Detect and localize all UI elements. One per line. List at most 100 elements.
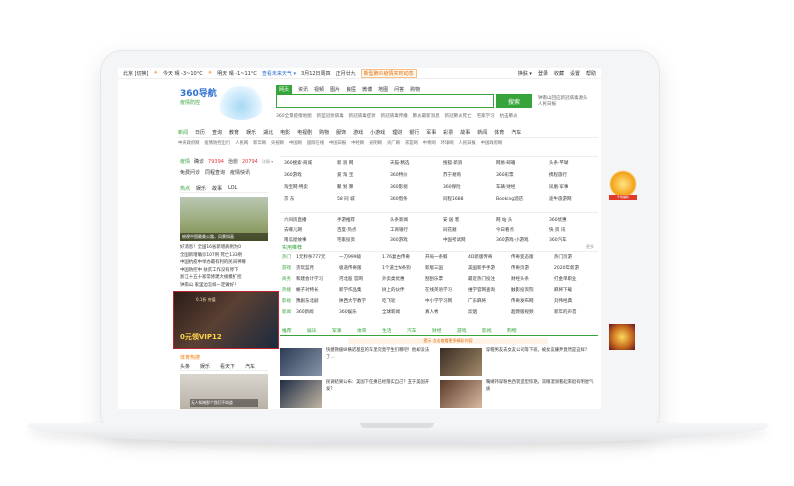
site-link[interactable]: 车辆·财经 — [496, 184, 515, 190]
recommend-link[interactable]: 触影投资院 — [511, 287, 534, 293]
recommend-category[interactable]: 商务 — [282, 276, 291, 282]
site-link[interactable]: 央视网 — [271, 140, 284, 146]
tab-video[interactable]: 视频 — [314, 86, 324, 93]
hint-link[interactable]: 宅家学习 — [477, 113, 495, 119]
nav-item[interactable]: 游戏 — [353, 129, 363, 136]
news-item[interactable]: 浙江十五十家常修建大规模扩招 — [180, 274, 268, 282]
feed-card[interactable]: 穿帽男友去女友公司等下班，被女友嫌弃竟然是这样？ — [440, 348, 595, 378]
recommend-category[interactable]: 新闻 — [282, 309, 291, 315]
recommend-link[interactable]: 麻将下载 — [554, 287, 572, 293]
nav-item[interactable]: 查询 — [212, 129, 222, 136]
quick-button[interactable]: 同程查询 — [205, 169, 225, 176]
recommend-link[interactable]: 开局一条鲸 — [425, 254, 448, 260]
recommend-link[interactable]: 360娱乐 — [339, 309, 357, 315]
site-link[interactable]: 360游戏 — [284, 172, 302, 178]
news-item[interactable]: 全国新增确诊107例 死亡133例 — [180, 252, 268, 260]
nav-item[interactable]: 电影 — [280, 129, 290, 136]
site-link[interactable]: 今日看点 — [496, 227, 514, 233]
feed-tab[interactable]: 汽车 — [407, 327, 417, 334]
site-link[interactable]: 搜狐·新浪 — [443, 160, 462, 166]
left-tab[interactable]: 娱乐 — [196, 185, 206, 192]
quick-button[interactable]: 疫情快讯 — [230, 169, 250, 176]
feed-tab[interactable]: 推荐 — [282, 327, 292, 334]
site-link[interactable]: 聚 划 算 — [337, 184, 353, 190]
nav-item[interactable]: 小游戏 — [370, 129, 385, 136]
top-link[interactable]: 登录 — [538, 70, 548, 77]
site-link[interactable]: 环球网 — [441, 140, 454, 146]
site-link[interactable]: Booking酒店 — [496, 196, 523, 202]
nav-item[interactable]: 理财 — [392, 129, 402, 136]
site-link[interactable]: 国际在线 — [307, 140, 324, 146]
recommend-more[interactable]: 更多 — [586, 244, 594, 250]
site-link[interactable]: 京 东 — [284, 196, 294, 202]
tab-web[interactable]: 网页 — [276, 85, 293, 94]
site-link[interactable]: 携程旅行 — [549, 172, 567, 178]
site-link[interactable]: 网 站 头 — [496, 217, 512, 223]
recommend-link[interactable]: 1.76复古传奇 — [382, 254, 410, 260]
site-link[interactable]: 央广网 — [387, 140, 400, 146]
recommend-link[interactable]: 2020年新游 — [554, 265, 579, 271]
epidemic-promo[interactable]: 新型肺炎疫情实时动态 — [360, 68, 417, 78]
nav-item[interactable]: 故事 — [460, 129, 470, 136]
site-link[interactable]: 新华网 — [253, 140, 266, 146]
site-link[interactable]: 头条·芊瑚 — [549, 160, 568, 166]
quick-button[interactable]: 免费问诊 — [180, 169, 200, 176]
feed-card[interactable]: 鞠婧祎穿粉色西装造型惊艳，双眼湿润看起来挺有明星气质 — [440, 380, 595, 409]
recommend-link[interactable]: 树上的伙伴 — [382, 287, 405, 293]
today-weather[interactable]: 今天 晴 -3~10°C — [163, 70, 203, 77]
hint-link[interactable]: 新冠病毒症状 — [349, 113, 376, 119]
site-link[interactable]: 中央政府网 — [178, 140, 199, 146]
site-link[interactable]: 人民日报 — [459, 140, 476, 146]
recommend-category[interactable]: 游戏 — [282, 265, 291, 271]
feed-tab[interactable]: 体育 — [357, 327, 367, 334]
news-item[interactable]: 中国抗疫中举办最有利的民间神尊 — [180, 259, 268, 267]
site-link[interactable]: 凤凰·军事 — [549, 184, 568, 190]
recommend-link[interactable]: 维学官网查询 — [468, 287, 495, 293]
site-link[interactable]: 同花顺 — [443, 227, 457, 233]
feed-tab[interactable]: 购物 — [507, 327, 517, 334]
tab-shopping[interactable]: 购物 — [410, 86, 420, 93]
nav-item[interactable]: 购物 — [319, 129, 329, 136]
site-link[interactable]: 中国日报 — [329, 140, 346, 146]
recommend-link[interactable]: 豫剧东北剧 — [296, 298, 319, 304]
hint-link[interactable]: 肺炎最新消息 — [413, 113, 440, 119]
recommend-category[interactable]: 热搜 — [282, 287, 291, 293]
recommend-link[interactable]: 全球新闻 — [382, 309, 400, 315]
site-link[interactable]: 手游推荐 — [337, 217, 355, 223]
site-link[interactable]: 疫情防控出行 — [204, 140, 230, 146]
recommend-link[interactable]: 广东麻将 — [468, 298, 486, 304]
feed-tab[interactable]: 娱乐 — [307, 327, 317, 334]
site-link[interactable]: 百度·热点 — [337, 227, 356, 233]
site-link[interactable]: 360优惠 — [549, 217, 567, 223]
site-link[interactable]: 中国政府网 — [481, 140, 502, 146]
hint-link[interactable]: 新冠肺炎死亡 — [445, 113, 472, 119]
site-link[interactable]: 光明网 — [369, 140, 382, 146]
left-tab[interactable]: LOL — [228, 185, 237, 191]
feed-tab[interactable]: 财经 — [432, 327, 442, 334]
recommend-link[interactable]: 财经头条 — [511, 276, 529, 282]
game-ad-banner[interactable]: 0.1折 充值 0元领VIP12 — [173, 291, 279, 349]
tab-doctor[interactable]: 良医 — [346, 86, 356, 93]
site-link[interactable]: 中青网 — [423, 140, 436, 146]
hint-link[interactable]: 360全景疫情地图 — [276, 113, 312, 119]
top-link[interactable]: 设置 — [570, 70, 580, 77]
feed-tab[interactable]: 游戏 — [457, 327, 467, 334]
top-link[interactable]: 帮助 — [586, 70, 596, 77]
site-link[interactable]: 同程1688 — [443, 196, 463, 202]
headline-photo[interactable]: 俯视中国最美公路，风景如画 — [180, 197, 268, 241]
hint-link[interactable]: 新型冠状病毒 — [317, 113, 344, 119]
news-item[interactable]: 钟南山 家里边怎样一定做好！ — [180, 282, 268, 290]
nav-item[interactable]: 日历 — [195, 129, 205, 136]
recommend-link[interactable]: 刘伟经典 — [554, 298, 572, 304]
search-input[interactable] — [276, 94, 494, 108]
nav-item[interactable]: 服饰 — [336, 129, 346, 136]
nav-item[interactable]: 娱乐 — [246, 129, 256, 136]
nav-item[interactable]: 新闻 — [477, 129, 487, 136]
recommend-link[interactable]: 桶子对特长 — [296, 287, 319, 293]
recommend-link[interactable]: 和建会计学习 — [296, 276, 323, 282]
site-link[interactable]: 360彩票 — [496, 172, 514, 178]
recommend-link[interactable]: 热门页游 — [554, 254, 572, 260]
recommend-link[interactable]: 传奇页游 — [511, 265, 529, 271]
tab-news[interactable]: 资讯 — [298, 86, 308, 93]
tab-map[interactable]: 地图 — [378, 86, 388, 93]
